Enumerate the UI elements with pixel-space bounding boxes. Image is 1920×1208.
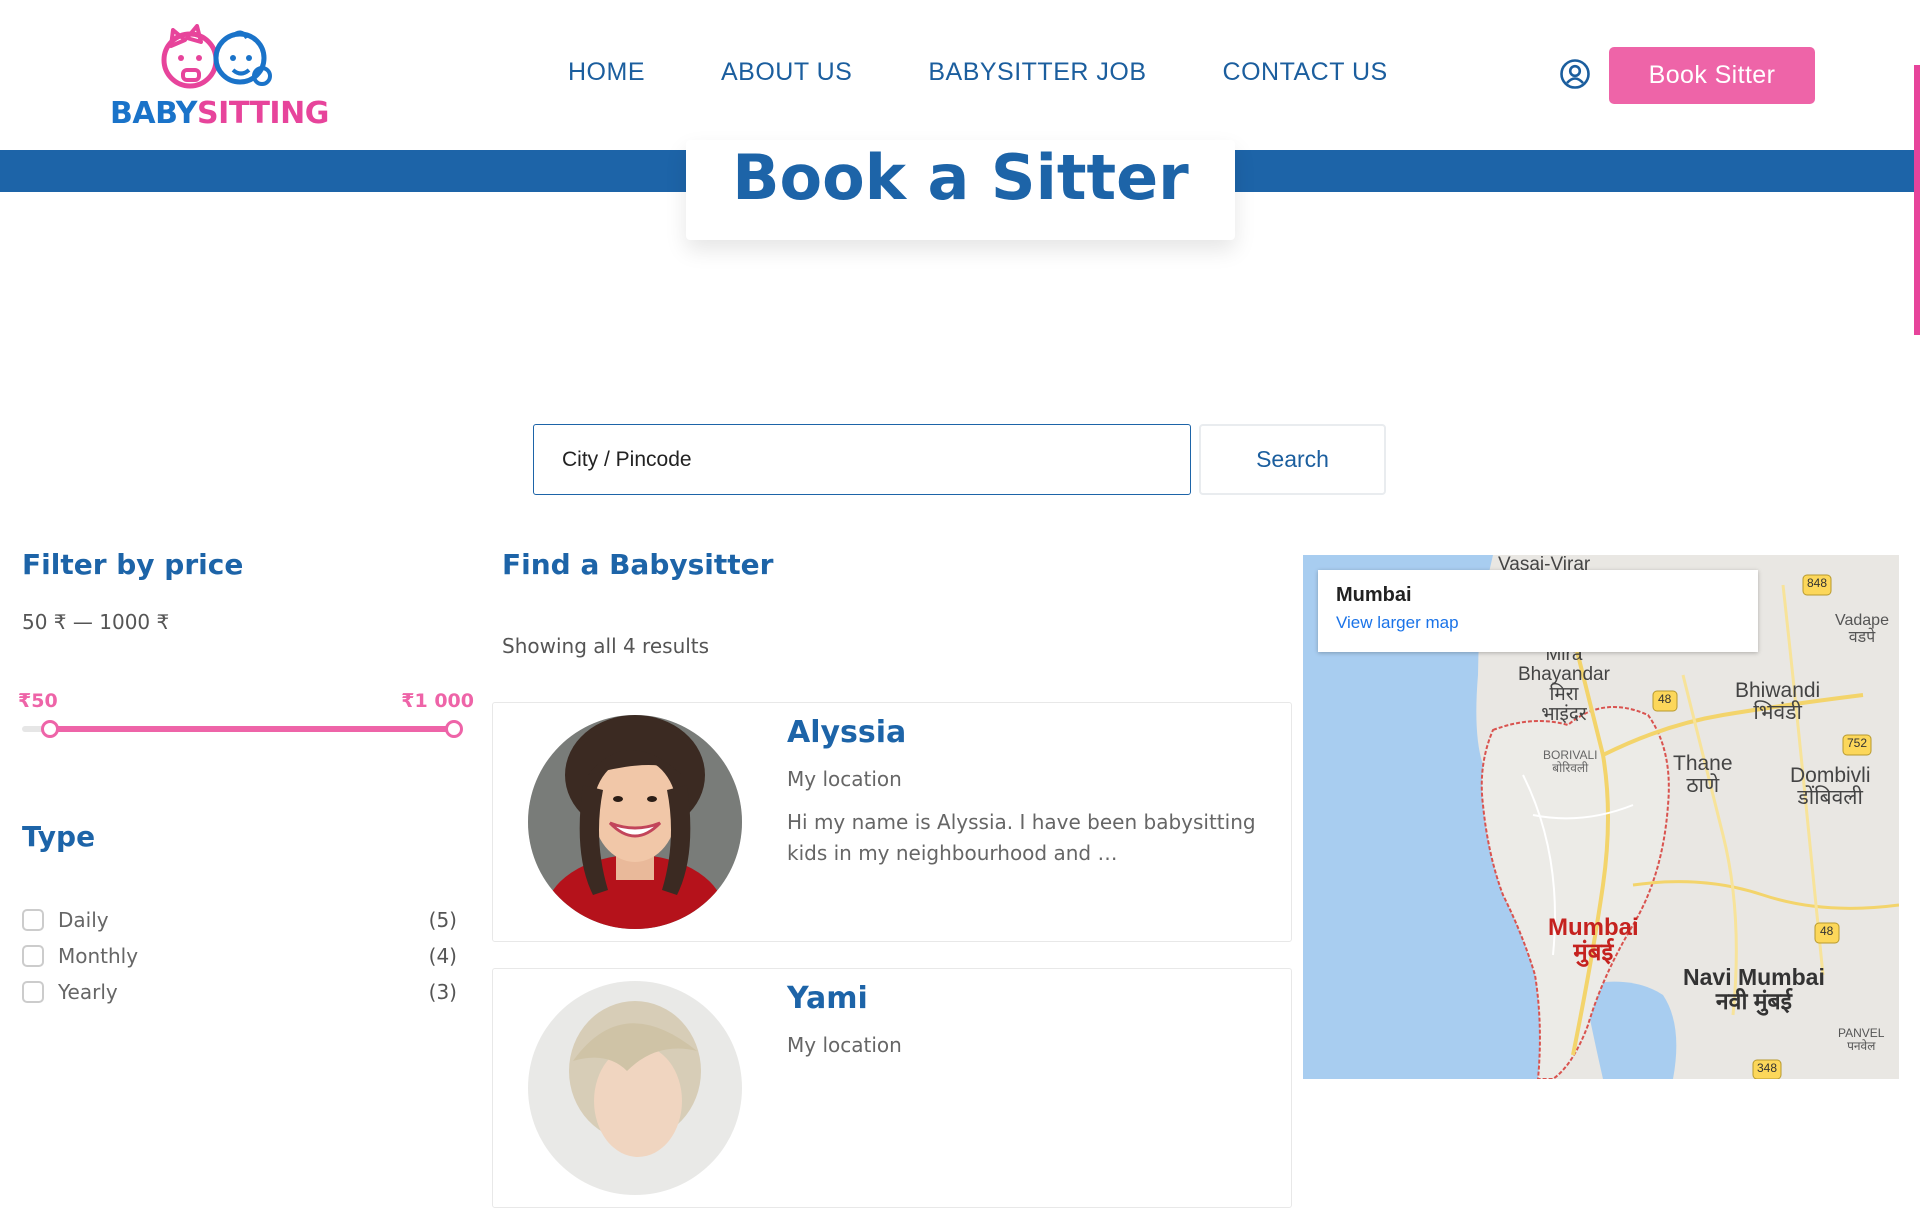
type-label: Daily <box>58 908 109 932</box>
type-label: Yearly <box>58 980 118 1004</box>
type-heading: Type <box>22 820 96 853</box>
sitter-description: Hi my name is Alyssia. I have been babys… <box>787 810 1256 865</box>
nav-about-us[interactable]: ABOUT US <box>721 58 852 87</box>
view-larger-map-link[interactable]: View larger map <box>1336 613 1740 633</box>
price-max-label: ₹1 000 <box>401 690 474 712</box>
monthly-checkbox[interactable] <box>22 945 44 967</box>
sitter-name[interactable]: Yami <box>787 981 868 1016</box>
filter-sidebar: Filter by price 50 ₹ — 1000 ₹ ₹50 ₹1 000… <box>18 548 474 1004</box>
type-filter-list: Daily (5) Monthly (4) Yearly (3) <box>22 902 457 1010</box>
price-slider[interactable]: ₹50 ₹1 000 <box>18 690 474 738</box>
yearly-checkbox[interactable] <box>22 981 44 1003</box>
map-info-popup: Mumbai View larger map <box>1318 570 1758 652</box>
map-label-navi-mumbai: Navi Mumbai नवी मुंबई <box>1683 964 1825 1015</box>
results-heading: Find a Babysitter <box>502 548 774 581</box>
type-label: Monthly <box>58 944 139 968</box>
main-nav: HOME ABOUT US BABYSITTER JOB CONTACT US <box>568 58 1388 87</box>
page-title: Book a Sitter <box>732 141 1189 214</box>
price-max-handle[interactable] <box>445 720 463 738</box>
scroll-indicator <box>1914 65 1920 335</box>
user-account-icon[interactable] <box>1559 58 1591 90</box>
sitter-name[interactable]: Alyssia <box>787 715 906 750</box>
map-embed[interactable]: Vasai-Virar Vadape वडपे Mira Bhayandar म… <box>1303 555 1899 1079</box>
type-count: (5) <box>428 908 457 932</box>
map-label-panvel: PANVEL पनवेल <box>1838 1026 1885 1053</box>
road-shield-48: 48 <box>1658 692 1672 706</box>
sitter-card[interactable]: Alyssia My location Hi my name is Alyssi… <box>492 702 1292 942</box>
price-min-label: ₹50 <box>18 690 58 712</box>
road-shield-848: 848 <box>1807 576 1828 590</box>
price-slider-fill <box>50 726 454 732</box>
price-slider-track[interactable] <box>22 720 463 738</box>
sitter-avatar[interactable] <box>528 981 742 1195</box>
type-option-yearly[interactable]: Yearly (3) <box>22 974 457 1010</box>
sitter-card[interactable]: Yami My location <box>492 968 1292 1208</box>
type-option-daily[interactable]: Daily (5) <box>22 902 457 938</box>
type-option-monthly[interactable]: Monthly (4) <box>22 938 457 974</box>
map-place-name: Mumbai <box>1336 584 1412 606</box>
type-count: (4) <box>428 944 457 968</box>
price-min-handle[interactable] <box>41 720 59 738</box>
brand-logo[interactable]: BABYSITTING <box>110 18 329 133</box>
results-count: Showing all 4 results <box>502 634 710 658</box>
brand-part-1: BABY <box>110 96 198 131</box>
sitter-avatar[interactable] <box>528 715 742 929</box>
sitter-location: My location <box>787 767 902 791</box>
nav-babysitter-job[interactable]: BABYSITTER JOB <box>928 58 1146 87</box>
site-header: BABYSITTING HOME ABOUT US BABYSITTER JOB… <box>0 0 1920 150</box>
babies-logo-icon <box>161 24 272 89</box>
type-count: (3) <box>428 980 457 1004</box>
price-range-text: 50 ₹ — 1000 ₹ <box>22 610 170 634</box>
nav-home[interactable]: HOME <box>568 58 645 87</box>
map-label-borivali: BORIVALI बोरिवली <box>1543 748 1598 775</box>
map-label-vadape: Vadape वडपे <box>1835 612 1889 646</box>
map-label-bhiwandi: Bhiwandi भिवंडी <box>1735 679 1821 725</box>
sitter-photo-icon <box>528 981 742 1195</box>
book-sitter-button[interactable]: Book Sitter <box>1609 47 1815 104</box>
sitter-photo-icon <box>528 715 742 929</box>
filter-price-heading: Filter by price <box>22 548 244 581</box>
nav-contact-us[interactable]: CONTACT US <box>1223 58 1388 87</box>
map-label-mumbai: Mumbai मुंबई <box>1548 914 1639 967</box>
daily-checkbox[interactable] <box>22 909 44 931</box>
brand-part-2: SITTING <box>197 96 329 131</box>
map-label-mira-bhayandar: Mira Bhayandar मिरा भाइंदर <box>1518 644 1610 725</box>
road-shield-348: 348 <box>1757 1061 1778 1075</box>
search-button[interactable]: Search <box>1199 424 1386 495</box>
city-pincode-input[interactable] <box>533 424 1191 495</box>
page-title-card: Book a Sitter <box>686 140 1235 240</box>
sitter-location: My location <box>787 1033 902 1057</box>
brand-wordmark: BABYSITTING <box>110 96 329 131</box>
map-label-thane: Thane ठाणे <box>1673 752 1733 798</box>
road-shield-48: 48 <box>1820 924 1834 938</box>
map-label-dombivli: Dombivli डोंबिवली <box>1790 764 1871 810</box>
road-shield-752: 752 <box>1847 736 1868 750</box>
